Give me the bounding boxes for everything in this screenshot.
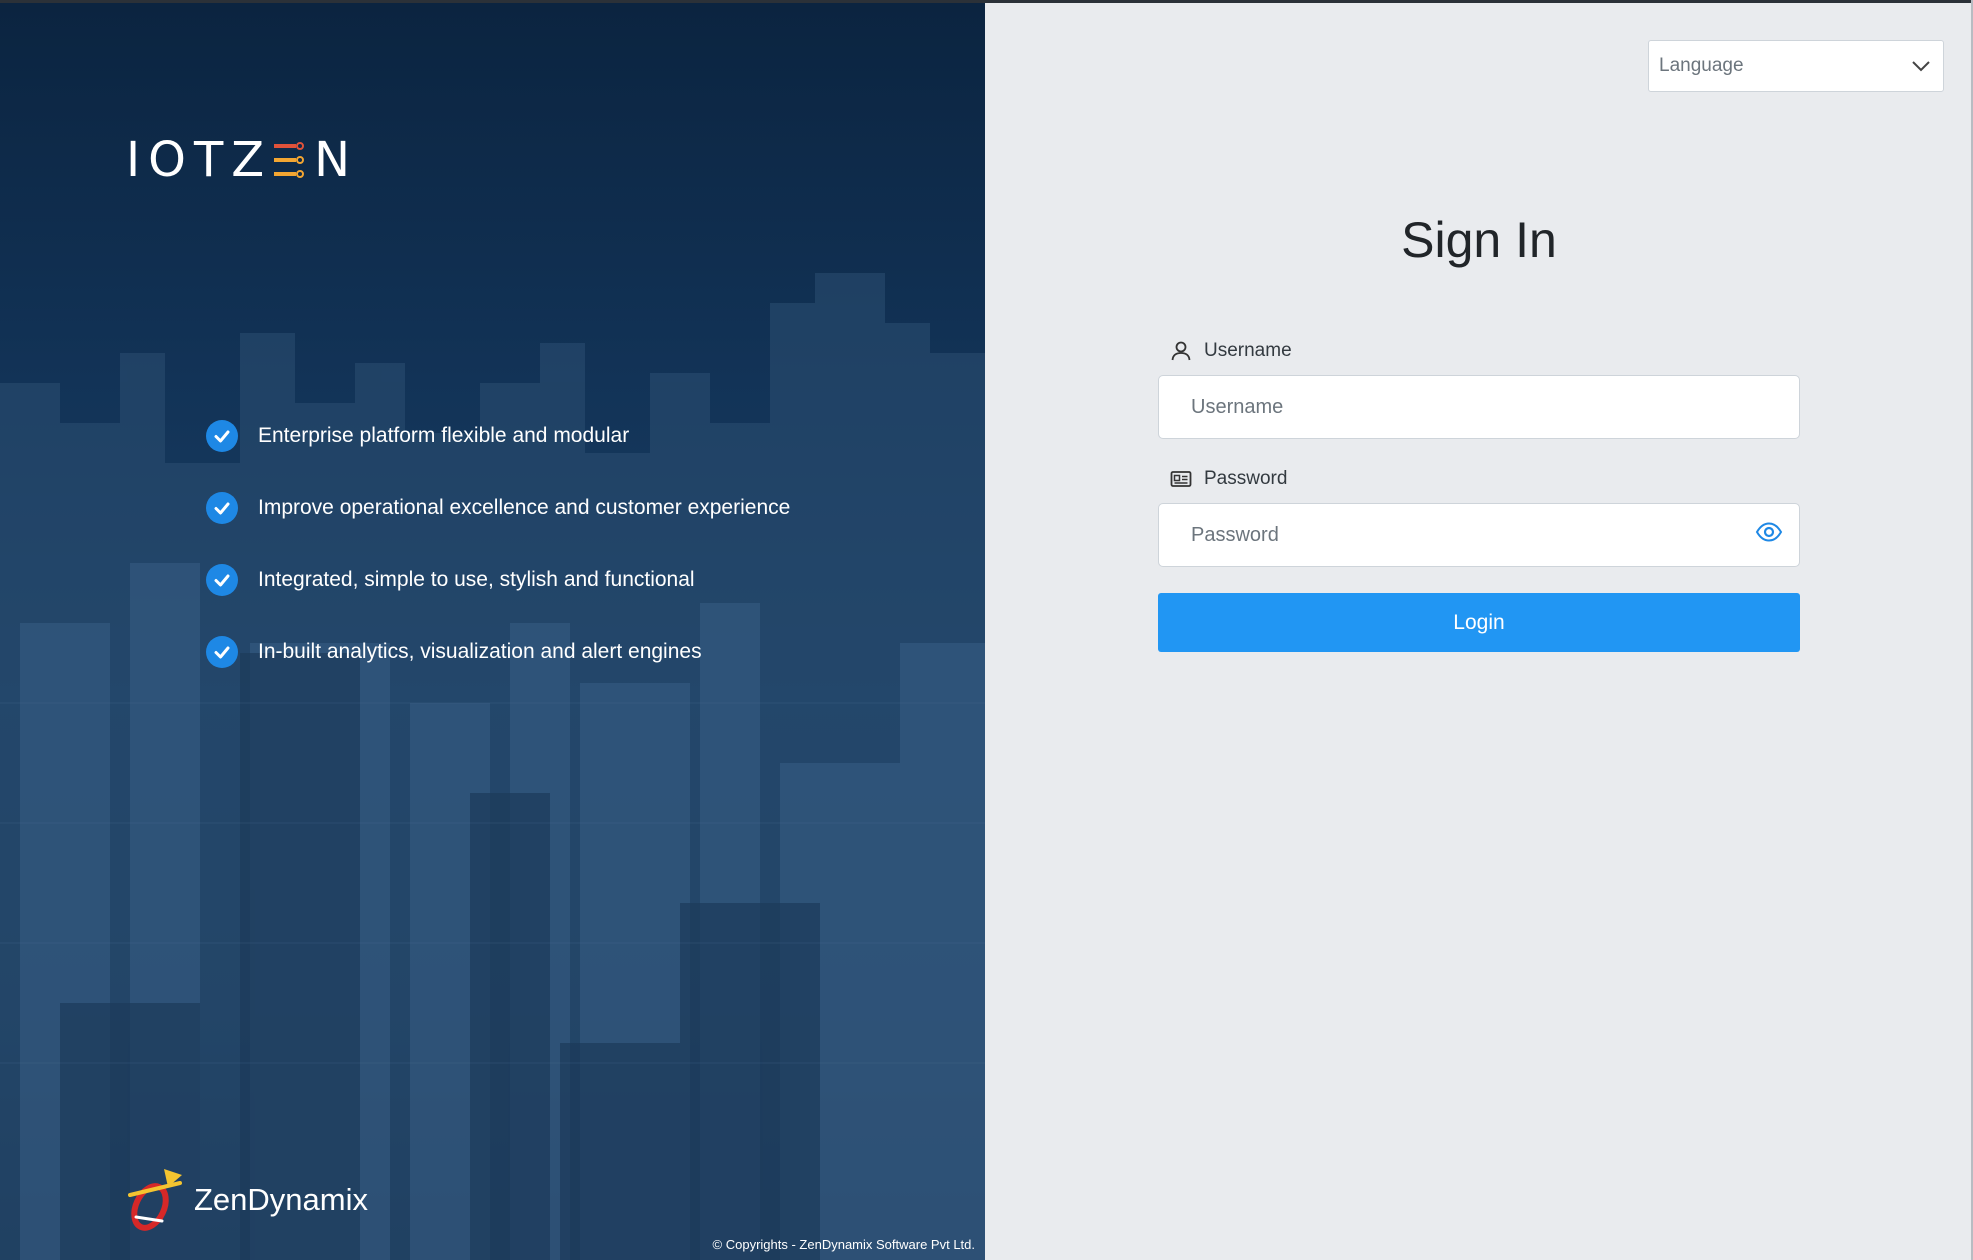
check-icon [206,492,238,524]
feature-item: Improve operational excellence and custo… [206,490,790,526]
feature-item: In-built analytics, visualization and al… [206,634,790,670]
feature-item: Enterprise platform flexible and modular [206,418,790,454]
password-label: Password [1170,465,1800,493]
username-label: Username [1170,337,1800,365]
signin-panel: Language Sign In Username Username Passw… [985,3,1973,1260]
feature-list: Enterprise platform flexible and modular… [206,418,790,706]
feature-text: Enterprise platform flexible and modular [258,424,630,447]
page-title: Sign In [1401,212,1557,268]
feature-text: Integrated, simple to use, stylish and f… [258,568,695,591]
login-button[interactable]: Login [1158,593,1800,652]
password-label-text: Password [1204,468,1288,489]
language-select[interactable]: Language [1648,40,1944,92]
password-field-wrapper [1158,493,1800,567]
id-card-icon [1170,468,1192,490]
password-input[interactable] [1158,503,1800,567]
username-input[interactable] [1158,375,1800,439]
copyright-text: © Copyrights - ZenDynamix Software Pvt L… [712,1237,975,1252]
check-icon [206,636,238,668]
brand-name: ZenDynamix [194,1182,368,1217]
zendynamix-logo-icon [128,1169,182,1231]
feature-text: Improve operational excellence and custo… [258,496,791,519]
user-icon [1170,340,1192,362]
username-label-text: Username [1204,340,1292,361]
logo-text-right: N [314,132,359,188]
signin-form: Username Password [1158,337,1800,652]
language-select-label: Language [1659,55,1744,76]
feature-item: Integrated, simple to use, stylish and f… [206,562,790,598]
check-icon [206,420,238,452]
iotzen-logo: IOTZ N [126,132,359,188]
chevron-down-icon [1912,61,1930,72]
hero-panel: IOTZ N Enterprise platform flexible and … [0,3,985,1260]
feature-text: In-built analytics, visualization and al… [258,640,702,663]
zendynamix-brand: ZenDynamix [122,1165,368,1235]
eye-icon[interactable] [1754,517,1784,547]
check-icon [206,564,238,596]
logo-e-mark-icon [274,142,305,178]
logo-text-left: IOTZ [126,132,273,188]
